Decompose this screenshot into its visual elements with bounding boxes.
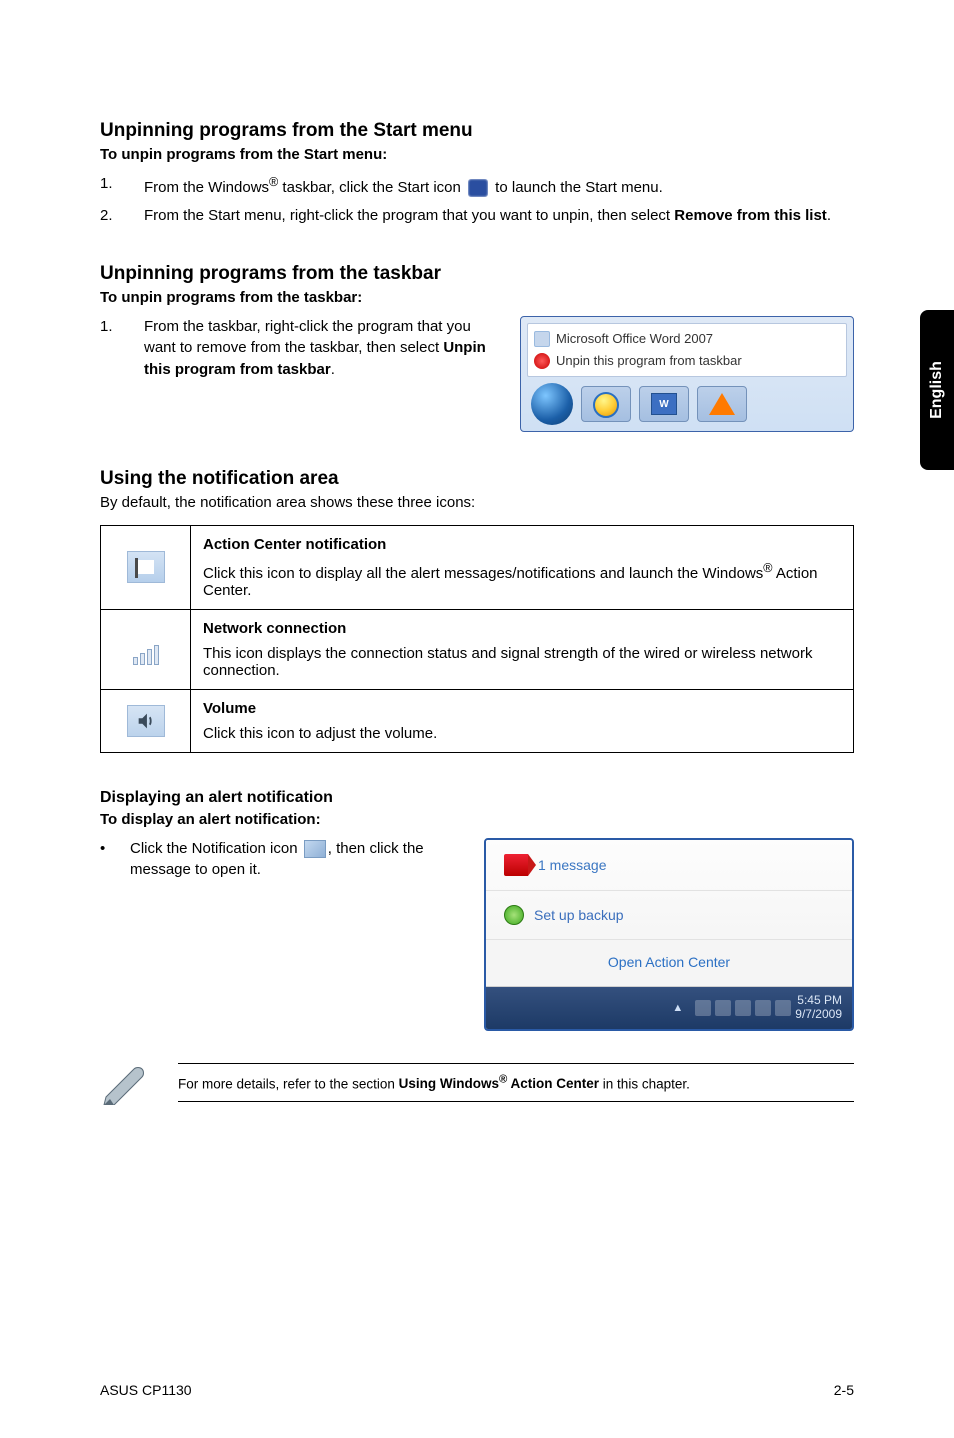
heading-unpin-taskbar: Unpinning programs from the taskbar (100, 263, 854, 285)
taskbar-media-icon (697, 386, 747, 422)
icon-cell (101, 689, 191, 752)
row-title: Volume (203, 700, 841, 717)
volume-icon (127, 705, 165, 737)
start-orb-icon (468, 179, 488, 197)
menu-text: Unpin this program from taskbar (556, 353, 742, 368)
notification-flag-icon (304, 840, 326, 858)
table-row: Volume Click this icon to adjust the vol… (101, 689, 854, 752)
open-action-center-link: Open Action Center (486, 940, 852, 986)
language-label: English (928, 361, 946, 419)
step-number: 1. (100, 316, 144, 381)
row-title: Network connection (203, 620, 841, 637)
pencil-note-icon (100, 1061, 150, 1105)
step-text: From the taskbar, right-click the progra… (144, 316, 496, 381)
desc-cell: Action Center notification Click this ic… (191, 525, 854, 609)
menu-row: Unpin this program from taskbar (534, 350, 840, 372)
notification-table: Action Center notification Click this ic… (100, 525, 854, 753)
footer-page-number: 2-5 (834, 1382, 854, 1398)
screenshot-action-center-popup: 1 message Set up backup Open Action Cent… (484, 838, 854, 1031)
desc-cell: Volume Click this icon to adjust the vol… (191, 689, 854, 752)
message-text: 1 message (538, 857, 606, 873)
tray-icon (735, 1000, 751, 1016)
note-block: For more details, refer to the section U… (100, 1061, 854, 1105)
tray-flag-icon (755, 1000, 771, 1016)
menu-text: Microsoft Office Word 2007 (556, 331, 713, 346)
menu-row: Microsoft Office Word 2007 (534, 328, 840, 350)
footer-model: ASUS CP1130 (100, 1382, 192, 1398)
unpin-icon (534, 353, 550, 369)
list-item: • Click the Notification icon , then cli… (100, 838, 460, 882)
subsection-heading: Displaying an alert notification (100, 789, 854, 807)
message-flag-icon (504, 854, 528, 876)
system-tray: ▲ 5:45 PM 9/7/2009 (486, 987, 852, 1029)
bullet: • (100, 838, 130, 882)
subhead-unpin-start: To unpin programs from the Start menu: (100, 146, 854, 163)
table-row: Network connection This icon displays th… (101, 609, 854, 689)
step-text: From the Windows® taskbar, click the Sta… (144, 173, 854, 199)
desc-cell: Network connection This icon displays th… (191, 609, 854, 689)
taskbar-word-icon: W (639, 386, 689, 422)
start-button-icon (531, 383, 573, 425)
backup-icon (504, 905, 524, 925)
section-unpin-taskbar: Unpinning programs from the taskbar To u… (100, 263, 854, 432)
tray-clock: 5:45 PM 9/7/2009 (795, 994, 842, 1020)
icon-cell (101, 609, 191, 689)
tray-icon (775, 1000, 791, 1016)
step-text: Click the Notification icon , then click… (130, 838, 460, 882)
backup-text: Set up backup (534, 907, 624, 923)
language-tab: English (920, 310, 954, 470)
tray-icon (715, 1000, 731, 1016)
subhead-unpin-taskbar: To unpin programs from the taskbar: (100, 289, 854, 306)
section-notification-area: Using the notification area By default, … (100, 468, 854, 753)
tray-icon (695, 1000, 711, 1016)
taskbar: W (527, 377, 847, 431)
step-number: 1. (100, 173, 144, 199)
list-item: 1. From the taskbar, right-click the pro… (100, 316, 496, 381)
heading-unpin-start: Unpinning programs from the Start menu (100, 120, 854, 142)
list-item: 1. From the Windows® taskbar, click the … (100, 173, 854, 199)
network-icon (127, 633, 165, 665)
heading-notification: Using the notification area (100, 468, 854, 490)
step-text: From the Start menu, right-click the pro… (144, 205, 854, 227)
subhead-alert: To display an alert notification: (100, 811, 854, 828)
popup-backup-row: Set up backup (486, 891, 852, 940)
page-footer: ASUS CP1130 2-5 (100, 1382, 854, 1398)
list-item: 2. From the Start menu, right-click the … (100, 205, 854, 227)
section-alert-notification: Displaying an alert notification To disp… (100, 789, 854, 1105)
screenshot-taskbar-menu: Microsoft Office Word 2007 Unpin this pr… (520, 316, 854, 432)
word-icon (534, 331, 550, 347)
action-center-flag-icon (127, 551, 165, 583)
note-text: For more details, refer to the section U… (178, 1063, 854, 1103)
tray-chevron-icon: ▲ (672, 1002, 683, 1014)
intro-text: By default, the notification area shows … (100, 494, 854, 511)
section-unpin-start: Unpinning programs from the Start menu T… (100, 120, 854, 227)
taskbar-ie-icon (581, 386, 631, 422)
icon-cell (101, 525, 191, 609)
popup-message-row: 1 message (486, 840, 852, 891)
row-title: Action Center notification (203, 536, 841, 553)
table-row: Action Center notification Click this ic… (101, 525, 854, 609)
step-number: 2. (100, 205, 144, 227)
